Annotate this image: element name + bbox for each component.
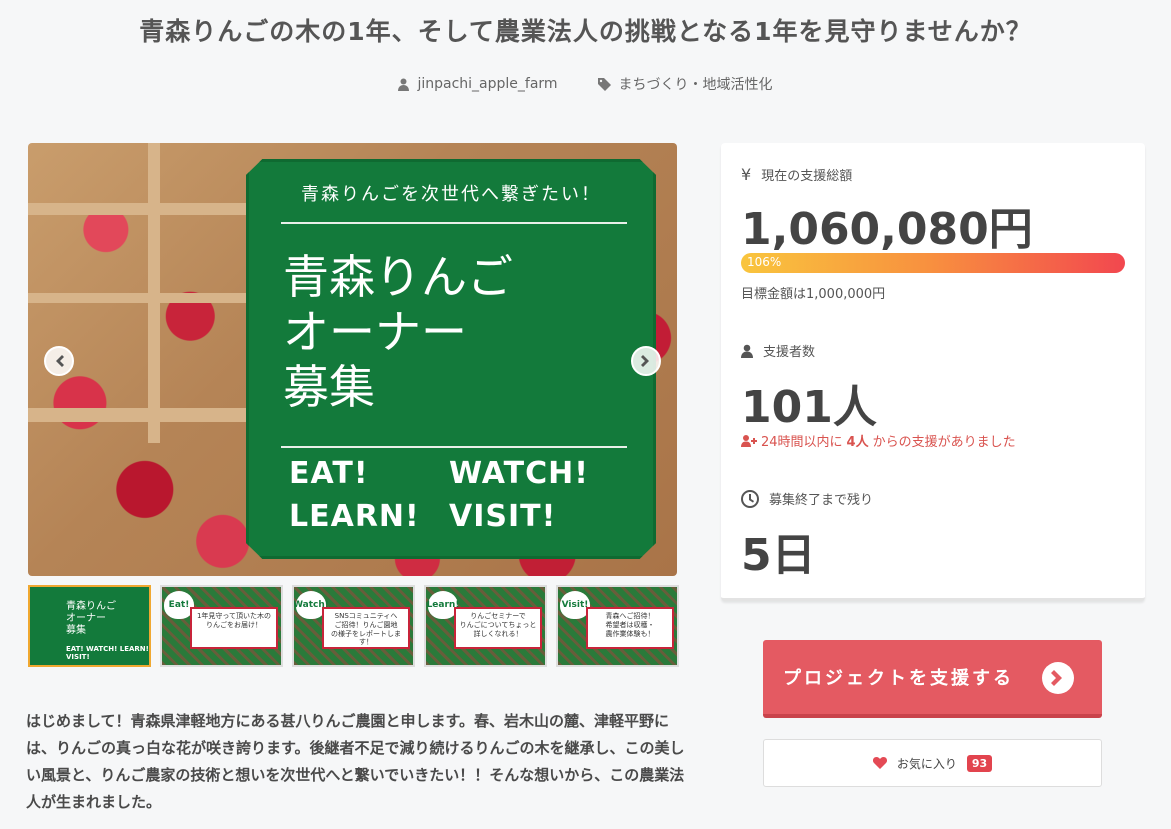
keyword-watch: WATCH! [449,456,589,491]
thumbnail-note: りんごセミナーで りんごについてちょっと 詳しくなれる！ [454,607,542,649]
card-keywords: EAT! WATCH! LEARN! VISIT! [289,456,609,534]
remaining-label: 募集終了まで残り [741,489,873,508]
remaining-label-text: 募集終了まで残り [769,493,874,508]
thumbnail-1[interactable]: 青森りんご オーナー 募集 EAT! WATCH! LEARN! VISIT! [28,585,151,667]
prev-slide-button[interactable] [44,346,74,376]
thumbnail-4[interactable]: Learn! りんごセミナーで りんごについてちょっと 詳しくなれる！ [424,585,547,667]
promo-card: 青森りんごを次世代へ繋ぎたい！ 青森りんご オーナー 募集 EAT! WATCH… [246,159,656,559]
remaining-days: 5日 [741,530,816,581]
category-link[interactable]: まちづくり・地域活性化 [597,74,773,94]
crate-divider [148,143,160,443]
yen-icon: ¥ [741,165,752,184]
favorite-button[interactable]: お気に入り 93 [763,739,1102,787]
card-headline: 青森りんご オーナー 募集 [283,250,513,415]
thumbnail-note: 1年見守って頂いた木の りんごをお届け！ [190,607,278,649]
crate-divider [28,293,248,303]
thumbnail-note: 青森へご招待！ 希望者は収穫・ 農作業体験も！ [586,607,674,649]
thumbnail-headline: 青森りんご オーナー 募集 [66,601,116,636]
total-label-text: 現在の支援総額 [761,169,853,184]
goal-amount: 目標金額は1,000,000円 [741,287,886,302]
supporters-label-text: 支援者数 [763,345,816,360]
total-label: ¥ 現在の支援総額 [741,165,852,184]
tag-icon [597,77,611,91]
keyword-learn: LEARN! [289,499,420,534]
thumbnail-5[interactable]: Visit! 青森へご招待！ 希望者は収穫・ 農作業体験も！ [556,585,679,667]
keyword-eat: EAT! [289,456,369,491]
card-divider [281,446,627,448]
user-icon [398,78,410,91]
next-slide-button[interactable] [631,346,661,376]
owner-link[interactable]: jinpachi_apple_farm [398,74,558,94]
recent-count: 4人 [846,435,869,450]
recent-prefix: 24時間以内に [761,435,843,450]
chevron-right-icon [641,355,649,367]
card-divider [281,222,627,224]
favorite-count-badge: 93 [966,754,993,772]
supporters-label: 支援者数 [741,341,815,360]
arrow-right-circle-icon [1042,662,1074,694]
support-project-button[interactable]: プロジェクトを支援する [763,640,1102,718]
heart-icon [872,757,887,769]
project-intro: はじめまして！青森県津軽地方にある甚八りんご農園と申します。春、岩木山の麓、津軽… [26,712,685,811]
crate-divider [28,203,248,215]
total-amount: 1,060,080円 [741,204,1033,255]
thumbnail-2[interactable]: Eat! 1年見守って頂いた木の りんごをお届け！ [160,585,283,667]
supporters-count: 101人 [741,382,877,433]
clock-icon [741,489,759,508]
stats-panel: ¥ 現在の支援総額 1,060,080円 106% 目標金額は1,000,000… [721,143,1145,601]
project-meta: jinpachi_apple_farm まちづくり・地域活性化 [0,74,1171,94]
page-title: 青森りんごの木の1年、そして農業法人の挑戦となる1年を見守りませんか？ [139,17,1032,46]
thumbnail-strip: 青森りんご オーナー 募集 EAT! WATCH! LEARN! VISIT! … [28,585,679,667]
user-plus-icon [741,434,757,447]
crate-divider [28,408,248,422]
thumbnail-keywords: EAT! WATCH! LEARN! VISIT! [66,645,149,661]
thumbnail-note: SNSコミュニティへ ご招待！りんご園地 の様子をレポートします！ [322,607,410,649]
hero-image: 青森りんごを次世代へ繋ぎたい！ 青森りんご オーナー 募集 EAT! WATCH… [28,143,677,576]
category-name: まちづくり・地域活性化 [618,77,773,93]
thumbnail-3[interactable]: Watch! SNSコミュニティへ ご招待！りんご園地 の様子をレポートします！ [292,585,415,667]
chevron-left-icon [56,355,64,367]
user-icon [741,344,753,358]
funding-progress-bar: 106% [741,253,1125,273]
recent-supporters-note: 24時間以内に 4人 からの支援がありました [741,431,1016,450]
card-tagline: 青森りんごを次世代へ繋ぎたい！ [301,184,601,205]
progress-percent: 106% [747,255,782,269]
recent-suffix: からの支援がありました [872,435,1016,450]
support-button-label: プロジェクトを支援する [783,668,1014,689]
favorite-label: お気に入り [896,756,957,771]
keyword-visit: VISIT! [449,499,557,534]
owner-name: jinpachi_apple_farm [417,76,558,92]
